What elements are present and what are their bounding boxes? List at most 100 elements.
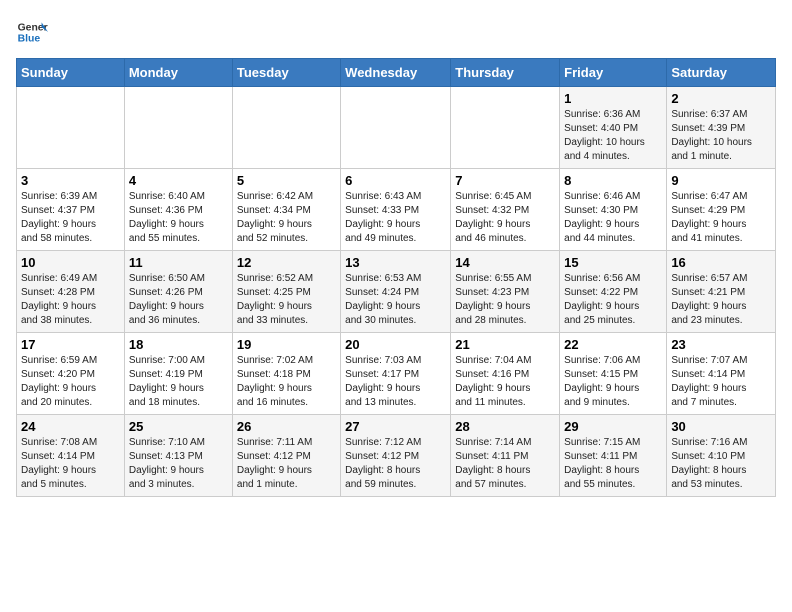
- day-info: Sunrise: 7:02 AM Sunset: 4:18 PM Dayligh…: [237, 354, 336, 410]
- day-number: 22: [564, 337, 662, 352]
- calendar-cell: 22Sunrise: 7:06 AM Sunset: 4:15 PM Dayli…: [560, 333, 667, 415]
- calendar-cell: [124, 87, 232, 169]
- day-info: Sunrise: 6:42 AM Sunset: 4:34 PM Dayligh…: [237, 190, 336, 246]
- day-number: 10: [21, 255, 120, 270]
- day-number: 28: [455, 419, 555, 434]
- calendar-cell: 5 Sunrise: 6:42 AM Sunset: 4:34 PM Daylig…: [232, 169, 340, 251]
- day-number: 14: [455, 255, 555, 270]
- day-number: 1: [564, 91, 662, 106]
- day-info: Sunrise: 6:37 AM Sunset: 4:39 PM Dayligh…: [671, 108, 771, 164]
- calendar-cell: 15 Sunrise: 6:56 AM Sunset: 4:22 PM Dayli…: [560, 251, 667, 333]
- weekday-header-tuesday: Tuesday: [232, 59, 340, 87]
- weekday-header-wednesday: Wednesday: [341, 59, 451, 87]
- day-number: 12: [237, 255, 336, 270]
- calendar-cell: 10 Sunrise: 6:49 AM Sunset: 4:28 PM Dayli…: [17, 251, 125, 333]
- weekday-header-friday: Friday: [560, 59, 667, 87]
- day-number: 23: [671, 337, 771, 352]
- day-info: Sunrise: 6:59 AM Sunset: 4:20 PM Dayligh…: [21, 354, 120, 410]
- svg-text:Blue: Blue: [18, 34, 41, 45]
- day-number: 11: [129, 255, 228, 270]
- day-info: Sunrise: 6:43 AM Sunset: 4:33 PM Dayligh…: [345, 190, 446, 246]
- day-number: 5: [237, 173, 336, 188]
- day-info: Sunrise: 6:50 AM Sunset: 4:26 PM Dayligh…: [129, 272, 228, 328]
- day-number: 30: [671, 419, 771, 434]
- calendar-cell: 23 Sunrise: 7:07 AM Sunset: 4:14 PM Dayli…: [667, 333, 776, 415]
- day-info: Sunrise: 6:56 AM Sunset: 4:22 PM Dayligh…: [564, 272, 662, 328]
- calendar-week-row: 3 Sunrise: 6:39 AM Sunset: 4:37 PM Daylig…: [17, 169, 776, 251]
- day-number: 19: [237, 337, 336, 352]
- day-info: Sunrise: 7:12 AM Sunset: 4:12 PM Dayligh…: [345, 436, 446, 492]
- calendar-cell: 14Sunrise: 6:55 AM Sunset: 4:23 PM Dayli…: [451, 251, 560, 333]
- day-info: Sunrise: 6:47 AM Sunset: 4:29 PM Dayligh…: [671, 190, 771, 246]
- day-info: Sunrise: 6:57 AM Sunset: 4:21 PM Dayligh…: [671, 272, 771, 328]
- day-number: 7: [455, 173, 555, 188]
- calendar-cell: 30 Sunrise: 7:16 AM Sunset: 4:10 PM Dayli…: [667, 415, 776, 497]
- day-number: 9: [671, 173, 771, 188]
- calendar-cell: 28 Sunrise: 7:14 AM Sunset: 4:11 PM Dayli…: [451, 415, 560, 497]
- day-info: Sunrise: 7:15 AM Sunset: 4:11 PM Dayligh…: [564, 436, 662, 492]
- day-info: Sunrise: 6:45 AM Sunset: 4:32 PM Dayligh…: [455, 190, 555, 246]
- calendar-week-row: 24 Sunrise: 7:08 AM Sunset: 4:14 PM Dayli…: [17, 415, 776, 497]
- calendar-table: SundayMondayTuesdayWednesdayThursdayFrid…: [16, 58, 776, 497]
- day-number: 2: [671, 91, 771, 106]
- day-number: 13: [345, 255, 446, 270]
- calendar-cell: [17, 87, 125, 169]
- calendar-cell: 16 Sunrise: 6:57 AM Sunset: 4:21 PM Dayli…: [667, 251, 776, 333]
- day-info: Sunrise: 7:08 AM Sunset: 4:14 PM Dayligh…: [21, 436, 120, 492]
- day-number: 16: [671, 255, 771, 270]
- weekday-header-saturday: Saturday: [667, 59, 776, 87]
- day-number: 4: [129, 173, 228, 188]
- day-number: 17: [21, 337, 120, 352]
- day-number: 26: [237, 419, 336, 434]
- calendar-cell: 17 Sunrise: 6:59 AM Sunset: 4:20 PM Dayli…: [17, 333, 125, 415]
- calendar-week-row: 17 Sunrise: 6:59 AM Sunset: 4:20 PM Dayli…: [17, 333, 776, 415]
- calendar-cell: [341, 87, 451, 169]
- day-number: 6: [345, 173, 446, 188]
- day-number: 20: [345, 337, 446, 352]
- day-info: Sunrise: 6:52 AM Sunset: 4:25 PM Dayligh…: [237, 272, 336, 328]
- calendar-cell: [232, 87, 340, 169]
- logo-icon: General Blue: [16, 16, 48, 48]
- weekday-header-thursday: Thursday: [451, 59, 560, 87]
- day-info: Sunrise: 7:03 AM Sunset: 4:17 PM Dayligh…: [345, 354, 446, 410]
- calendar-cell: 21 Sunrise: 7:04 AM Sunset: 4:16 PM Dayli…: [451, 333, 560, 415]
- calendar-cell: 20 Sunrise: 7:03 AM Sunset: 4:17 PM Dayli…: [341, 333, 451, 415]
- calendar-cell: 13Sunrise: 6:53 AM Sunset: 4:24 PM Dayli…: [341, 251, 451, 333]
- calendar-cell: 3 Sunrise: 6:39 AM Sunset: 4:37 PM Daylig…: [17, 169, 125, 251]
- day-info: Sunrise: 7:04 AM Sunset: 4:16 PM Dayligh…: [455, 354, 555, 410]
- day-info: Sunrise: 7:00 AM Sunset: 4:19 PM Dayligh…: [129, 354, 228, 410]
- calendar-cell: 18 Sunrise: 7:00 AM Sunset: 4:19 PM Dayli…: [124, 333, 232, 415]
- day-number: 21: [455, 337, 555, 352]
- calendar-cell: 9 Sunrise: 6:47 AM Sunset: 4:29 PM Daylig…: [667, 169, 776, 251]
- day-number: 15: [564, 255, 662, 270]
- weekday-header-sunday: Sunday: [17, 59, 125, 87]
- day-info: Sunrise: 7:16 AM Sunset: 4:10 PM Dayligh…: [671, 436, 771, 492]
- day-number: 18: [129, 337, 228, 352]
- day-info: Sunrise: 7:07 AM Sunset: 4:14 PM Dayligh…: [671, 354, 771, 410]
- day-info: Sunrise: 6:39 AM Sunset: 4:37 PM Dayligh…: [21, 190, 120, 246]
- day-number: 24: [21, 419, 120, 434]
- weekday-header-monday: Monday: [124, 59, 232, 87]
- calendar-cell: 25Sunrise: 7:10 AM Sunset: 4:13 PM Dayli…: [124, 415, 232, 497]
- day-info: Sunrise: 7:14 AM Sunset: 4:11 PM Dayligh…: [455, 436, 555, 492]
- calendar-week-row: 1 Sunrise: 6:36 AM Sunset: 4:40 PM Daylig…: [17, 87, 776, 169]
- calendar-cell: 29Sunrise: 7:15 AM Sunset: 4:11 PM Dayli…: [560, 415, 667, 497]
- day-info: Sunrise: 7:10 AM Sunset: 4:13 PM Dayligh…: [129, 436, 228, 492]
- calendar-cell: 27 Sunrise: 7:12 AM Sunset: 4:12 PM Dayli…: [341, 415, 451, 497]
- calendar-cell: 12 Sunrise: 6:52 AM Sunset: 4:25 PM Dayli…: [232, 251, 340, 333]
- calendar-cell: 8Sunrise: 6:46 AM Sunset: 4:30 PM Daylig…: [560, 169, 667, 251]
- day-info: Sunrise: 7:11 AM Sunset: 4:12 PM Dayligh…: [237, 436, 336, 492]
- calendar-cell: 6 Sunrise: 6:43 AM Sunset: 4:33 PM Daylig…: [341, 169, 451, 251]
- day-info: Sunrise: 6:49 AM Sunset: 4:28 PM Dayligh…: [21, 272, 120, 328]
- calendar-cell: 26 Sunrise: 7:11 AM Sunset: 4:12 PM Dayli…: [232, 415, 340, 497]
- weekday-header-row: SundayMondayTuesdayWednesdayThursdayFrid…: [17, 59, 776, 87]
- calendar-week-row: 10 Sunrise: 6:49 AM Sunset: 4:28 PM Dayli…: [17, 251, 776, 333]
- calendar-cell: [451, 87, 560, 169]
- calendar-cell: 1 Sunrise: 6:36 AM Sunset: 4:40 PM Daylig…: [560, 87, 667, 169]
- day-info: Sunrise: 6:40 AM Sunset: 4:36 PM Dayligh…: [129, 190, 228, 246]
- day-info: Sunrise: 6:36 AM Sunset: 4:40 PM Dayligh…: [564, 108, 662, 164]
- day-number: 3: [21, 173, 120, 188]
- day-number: 27: [345, 419, 446, 434]
- day-info: Sunrise: 6:46 AM Sunset: 4:30 PM Dayligh…: [564, 190, 662, 246]
- calendar-cell: 24 Sunrise: 7:08 AM Sunset: 4:14 PM Dayli…: [17, 415, 125, 497]
